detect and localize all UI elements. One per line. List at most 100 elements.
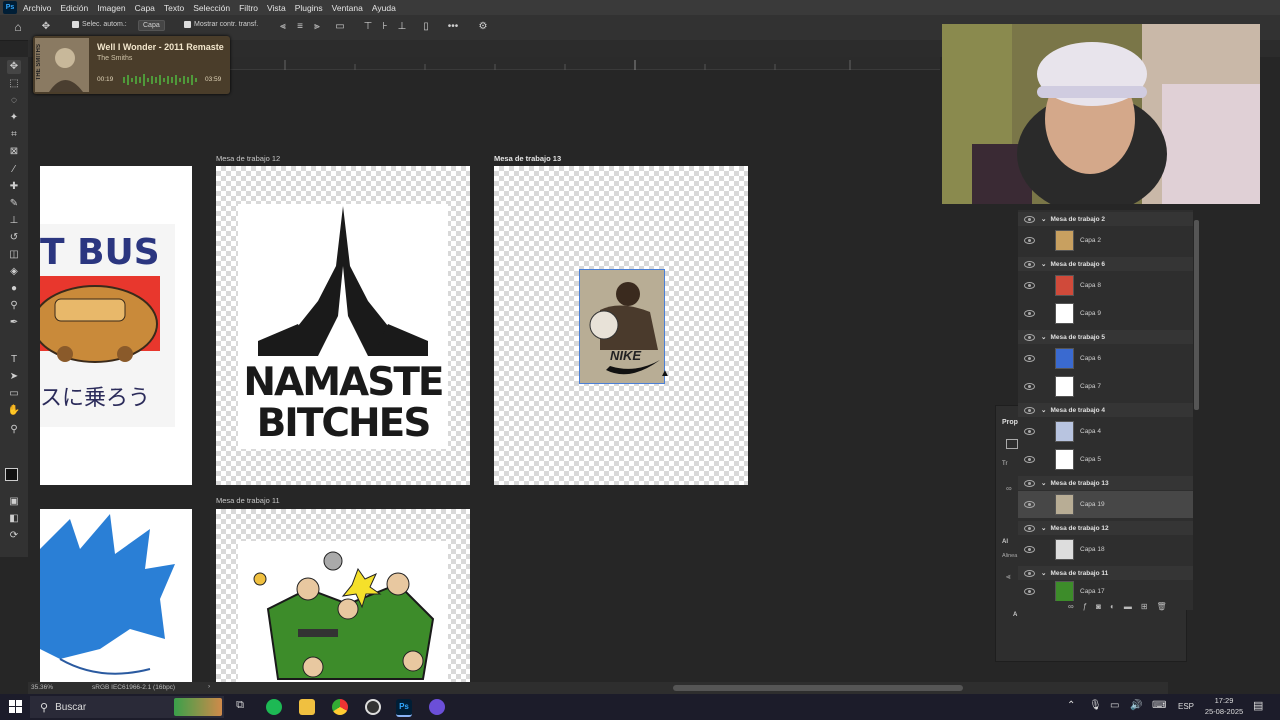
gear-icon[interactable]: ⚙ [477,21,489,33]
folder-icon[interactable]: ▬ [1124,602,1132,612]
layer-group-row[interactable]: ⌄ Mesa de trabajo 4 [1018,403,1193,417]
new-layer-icon[interactable]: ⊞ [1141,602,1148,612]
show-transform-option[interactable]: Mostrar contr. transf. [184,21,258,28]
music-player-widget[interactable]: THE SMITHS Well I Wonder - 2011 Remaste … [33,36,230,94]
frame-tool[interactable]: ⊠ [7,145,21,159]
quick-mask-icon[interactable]: ⟳ [7,529,21,543]
photoshop-app-icon[interactable]: Ps [3,1,17,14]
chevron-down-icon[interactable]: ⌄ [1041,260,1046,268]
blur-tool[interactable]: ● [7,282,21,296]
adjustment-icon[interactable]: ◐ [1110,602,1115,612]
chevron-down-icon[interactable]: ⌄ [1041,569,1046,577]
auto-select-option[interactable]: Selec. autom.: [72,21,127,28]
marquee-tool[interactable]: ⬚ [7,77,21,91]
pen-tool[interactable]: ✒ [7,316,21,330]
menu-edicion[interactable]: Edición [60,3,88,13]
hand-tool[interactable]: ✋ [7,404,21,418]
visibility-eye-icon[interactable] [1024,237,1035,244]
paint-bucket-tool[interactable]: ◈ [7,265,21,279]
lasso-tool[interactable]: ◌ [7,94,21,108]
notification-icon[interactable]: ▤ [1253,699,1263,712]
layer-group-row[interactable]: ⌄ Mesa de trabajo 11 [1018,566,1193,580]
menu-plugins[interactable]: Plugins [295,3,323,13]
menu-filtro[interactable]: Filtro [239,3,258,13]
visibility-eye-icon[interactable] [1024,260,1035,268]
layer-row[interactable]: Capa 2 [1018,227,1193,254]
screen-mode-icon[interactable]: ◧ [7,512,21,526]
layer-row[interactable]: Capa 9 [1018,300,1193,327]
chrome-profile-icon[interactable] [429,699,445,715]
link-icon[interactable]: ∞ [1006,484,1012,493]
spotify-icon[interactable] [266,699,282,715]
windows-start-icon[interactable] [9,700,22,713]
brush-tool[interactable]: ✎ [7,197,21,211]
menu-imagen[interactable]: Imagen [97,3,125,13]
nike-boxer-image[interactable]: NIKE [579,269,665,384]
layer-group-row[interactable]: ⌄ Mesa de trabajo 5 [1018,330,1193,344]
visibility-eye-icon[interactable] [1024,406,1035,414]
artboard-11-label[interactable]: Mesa de trabajo 11 [216,496,280,505]
microphone-icon[interactable]: 🎙 [1089,700,1102,711]
mask-icon[interactable]: ◙ [1096,602,1101,612]
show-transform-checkbox[interactable] [184,21,191,28]
clock-time[interactable]: 17:29 [1205,696,1243,705]
layer-group-row[interactable]: ⌄ Mesa de trabajo 13 [1018,476,1193,490]
eraser-tool[interactable]: ◫ [7,248,21,262]
menu-ayuda[interactable]: Ayuda [372,3,396,13]
align-bottom-icon[interactable]: ⊥ [396,21,408,33]
taskbar-search-box[interactable]: ⚲ Buscar [30,696,224,718]
task-view-icon[interactable]: ⧉ [232,699,248,715]
move-tool-icon[interactable]: ✥ [40,21,52,33]
chevron-down-icon[interactable]: ⌄ [1041,406,1046,414]
visibility-eye-icon[interactable] [1024,569,1035,577]
layer-row[interactable]: Capa 7 [1018,373,1193,400]
visibility-eye-icon[interactable] [1024,310,1035,317]
menu-seleccion[interactable]: Selección [193,3,230,13]
app-icon[interactable] [365,699,381,715]
artboard-13[interactable]: NIKE ▲ [494,166,748,485]
horizontal-scrollbar[interactable] [673,685,963,691]
artboard-anime[interactable] [40,509,192,682]
layer-row-selected[interactable]: Capa 19 [1018,491,1193,518]
edit-toolbar-icon[interactable]: ▣ [7,495,21,509]
artboard-13-label[interactable]: Mesa de trabajo 13 [494,154,561,163]
layer-row[interactable]: Capa 4 [1018,418,1193,445]
menu-vista[interactable]: Vista [267,3,286,13]
visibility-eye-icon[interactable] [1024,524,1035,532]
menu-ventana[interactable]: Ventana [332,3,363,13]
align-top-icon[interactable]: ⊤ [362,21,374,33]
eyedropper-tool[interactable]: ⁄ [7,163,21,177]
speaker-icon[interactable]: 🔊 [1130,700,1142,711]
path-selection-tool[interactable]: ➤ [7,370,21,384]
visibility-eye-icon[interactable] [1024,333,1035,341]
menu-capa[interactable]: Capa [135,3,155,13]
layer-row[interactable]: Capa 18 [1018,536,1193,563]
waveform-progress[interactable] [123,74,199,86]
more-options-icon[interactable]: ••• [447,21,459,33]
layer-group-row[interactable]: ⌄ Mesa de trabajo 6 [1018,257,1193,271]
align-middle-icon[interactable]: ⊦ [379,21,391,33]
visibility-eye-icon[interactable] [1024,546,1035,553]
healing-tool[interactable]: ✚ [7,180,21,194]
visibility-eye-icon[interactable] [1024,355,1035,362]
visibility-eye-icon[interactable] [1024,479,1035,487]
auto-select-dropdown[interactable]: Capa [138,20,165,31]
align-right-icon[interactable]: ⫸ [311,21,323,33]
artboard-12[interactable]: NAMASTE BITCHES [216,166,470,485]
chevron-down-icon[interactable]: ⌄ [1041,333,1046,341]
move-tool[interactable]: ✥ [7,60,21,74]
artboard-11[interactable] [216,509,470,682]
layer-group-row[interactable]: ⌄ Mesa de trabajo 2 [1018,212,1193,226]
zoom-tool[interactable]: ⚲ [7,423,21,437]
network-icon[interactable]: ▭ [1110,700,1119,711]
align-left-icon[interactable]: ⫷ [277,21,289,33]
visibility-eye-icon[interactable] [1024,456,1035,463]
clock-date[interactable]: 25-08-2025 [1199,707,1249,716]
visibility-eye-icon[interactable] [1024,282,1035,289]
artboard-12-label[interactable]: Mesa de trabajo 12 [216,154,280,163]
type-tool[interactable]: T [7,353,21,367]
foreground-color-swatch[interactable] [5,468,18,481]
language-indicator[interactable]: ESP [1178,702,1194,711]
chevron-up-icon[interactable]: ⌃ [1067,700,1075,711]
artboard-bus[interactable]: T BUS スに乗ろう [40,166,192,485]
